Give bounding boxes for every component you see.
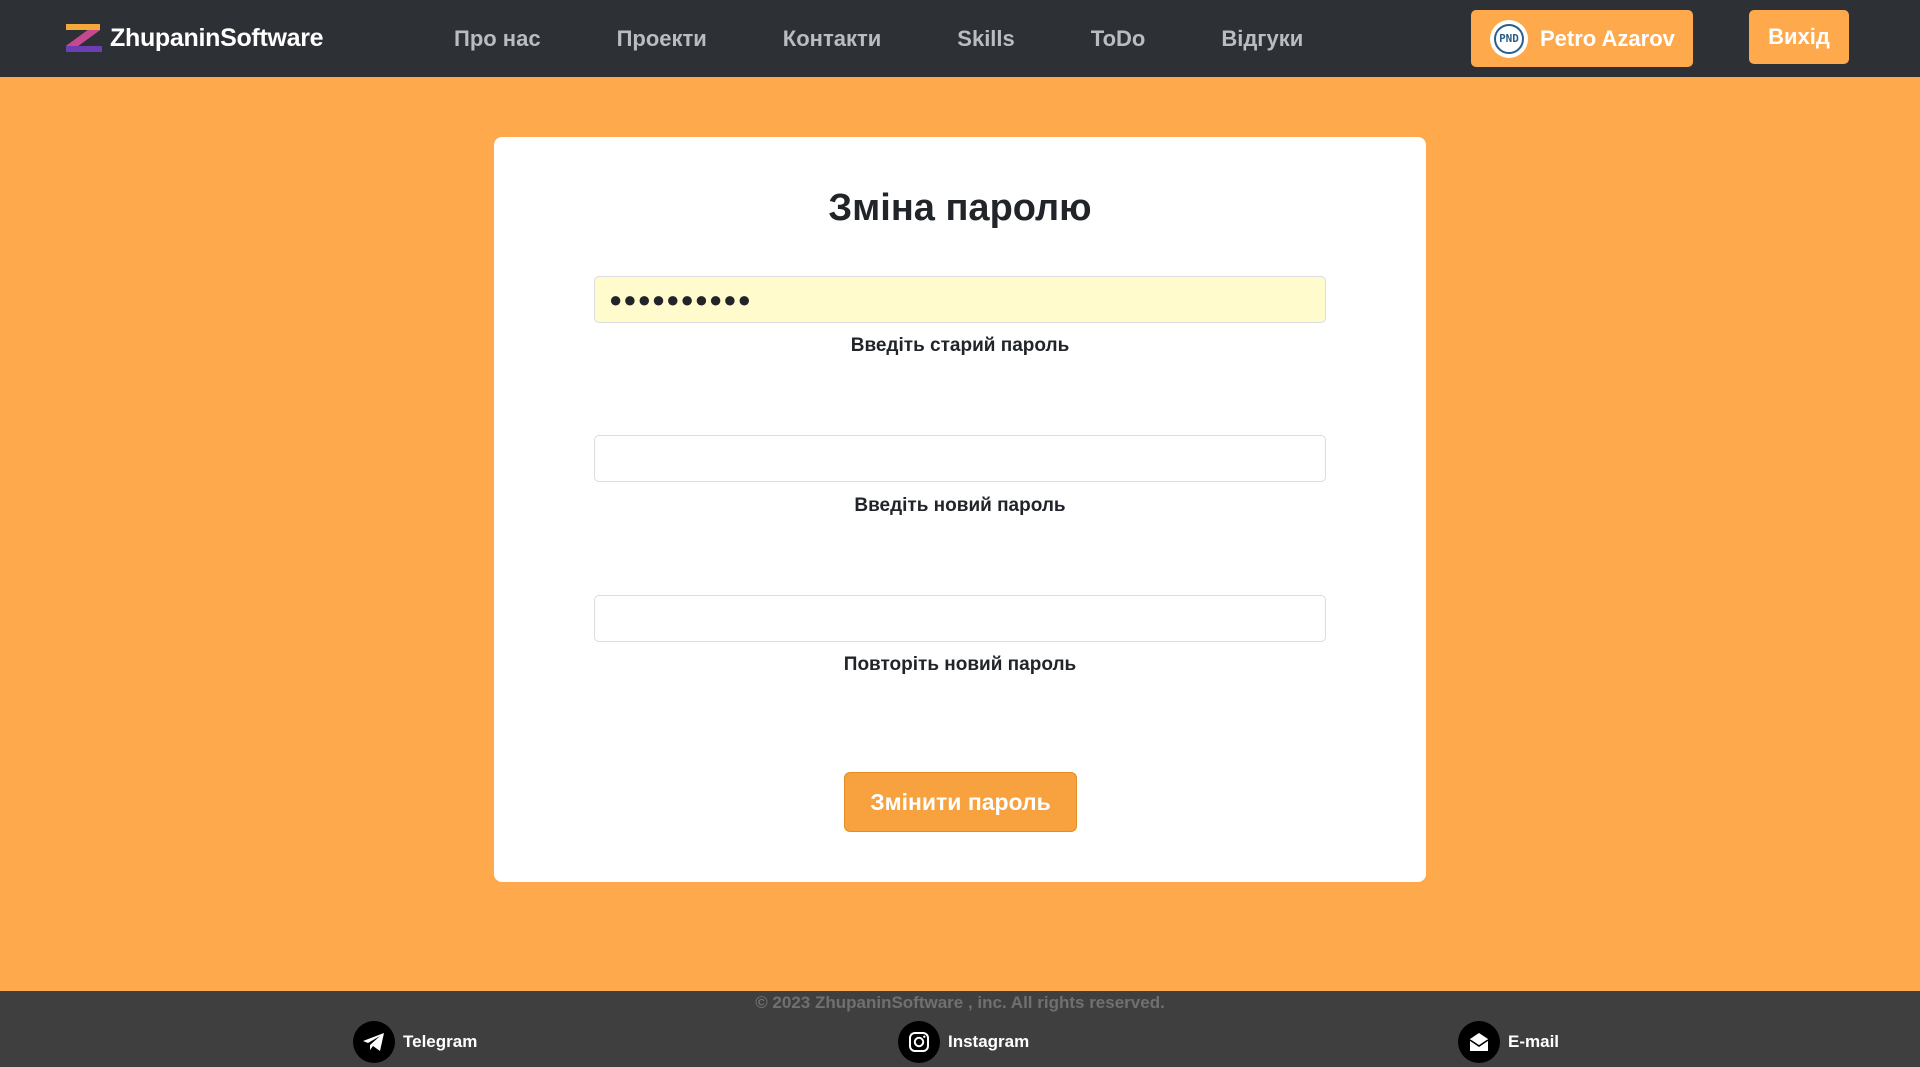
logout-button[interactable]: Вихід <box>1749 10 1849 64</box>
email-icon <box>1458 1021 1500 1063</box>
nav-item-about[interactable]: Про нас <box>454 26 541 52</box>
new-password-label: Введіть новий пароль <box>854 495 1066 516</box>
repeat-password-label: Повторіть новий пароль <box>843 654 1077 675</box>
avatar-logo: PND <box>1494 23 1524 54</box>
nav-item-reviews[interactable]: Відгуки <box>1221 26 1303 52</box>
repeat-password-input[interactable] <box>594 595 1326 642</box>
user-profile-button[interactable]: PND Petro Azarov <box>1471 10 1693 67</box>
nav-item-skills[interactable]: Skills <box>957 26 1014 52</box>
nav-item-contacts[interactable]: Контакти <box>783 26 881 52</box>
copyright-text: © 2023 ZhupaninSoftware , inc. All right… <box>755 993 1165 1012</box>
avatar: PND <box>1490 19 1528 58</box>
telegram-label: Telegram <box>403 1032 478 1051</box>
nav-item-todo[interactable]: ToDo <box>1091 26 1146 52</box>
user-name: Petro Azarov <box>1540 25 1675 51</box>
old-password-input[interactable] <box>594 276 1326 323</box>
email-label: E-mail <box>1508 1032 1560 1051</box>
instagram-icon <box>898 1021 940 1063</box>
instagram-label: Instagram <box>948 1032 1030 1051</box>
new-password-input[interactable] <box>594 435 1326 482</box>
page-title: Зміна паролю <box>828 187 1092 229</box>
nav-item-projects[interactable]: Проекти <box>617 26 707 52</box>
email-link[interactable]: E-mail <box>1458 1021 1559 1063</box>
brand-logo-link[interactable]: ZhupaninSoftware <box>64 22 324 54</box>
change-password-card: Зміна паролю Введіть старий пароль Введі… <box>494 137 1426 882</box>
change-password-button[interactable]: Змінити пароль <box>844 772 1077 832</box>
instagram-link[interactable]: Instagram <box>898 1021 1029 1063</box>
telegram-link[interactable]: Telegram <box>353 1021 477 1063</box>
footer: © 2023 ZhupaninSoftware , inc. All right… <box>0 991 1920 1067</box>
old-password-label: Введіть старий пароль <box>850 335 1070 356</box>
main-nav: Про нас Проекти Контакти Skills ToDo Від… <box>418 0 1341 77</box>
brand-logo-icon <box>66 24 102 52</box>
brand-name: ZhupaninSoftware <box>110 23 324 52</box>
telegram-icon <box>353 1021 395 1063</box>
top-navbar: ZhupaninSoftware Про нас Проекти Контакт… <box>0 0 1920 77</box>
